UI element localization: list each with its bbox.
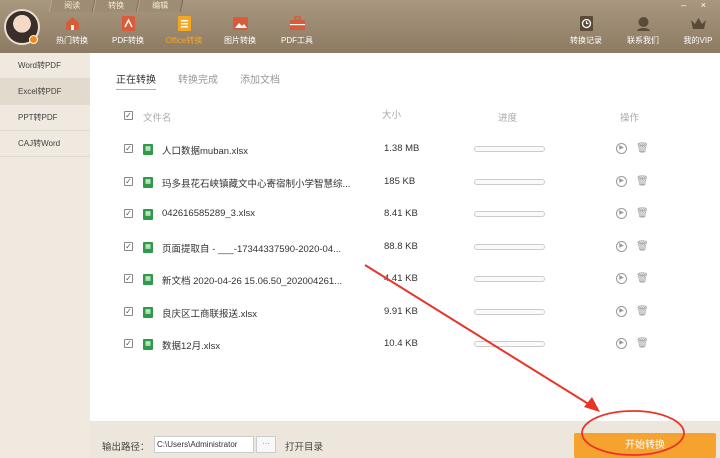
annotation-circle-layer: [581, 410, 685, 456]
annotation-ellipse: [581, 410, 685, 456]
converter-window: 阅读 转换 编辑 热门转换 PDF转换 Office转换 图片转换 PDF工具: [0, 0, 720, 458]
